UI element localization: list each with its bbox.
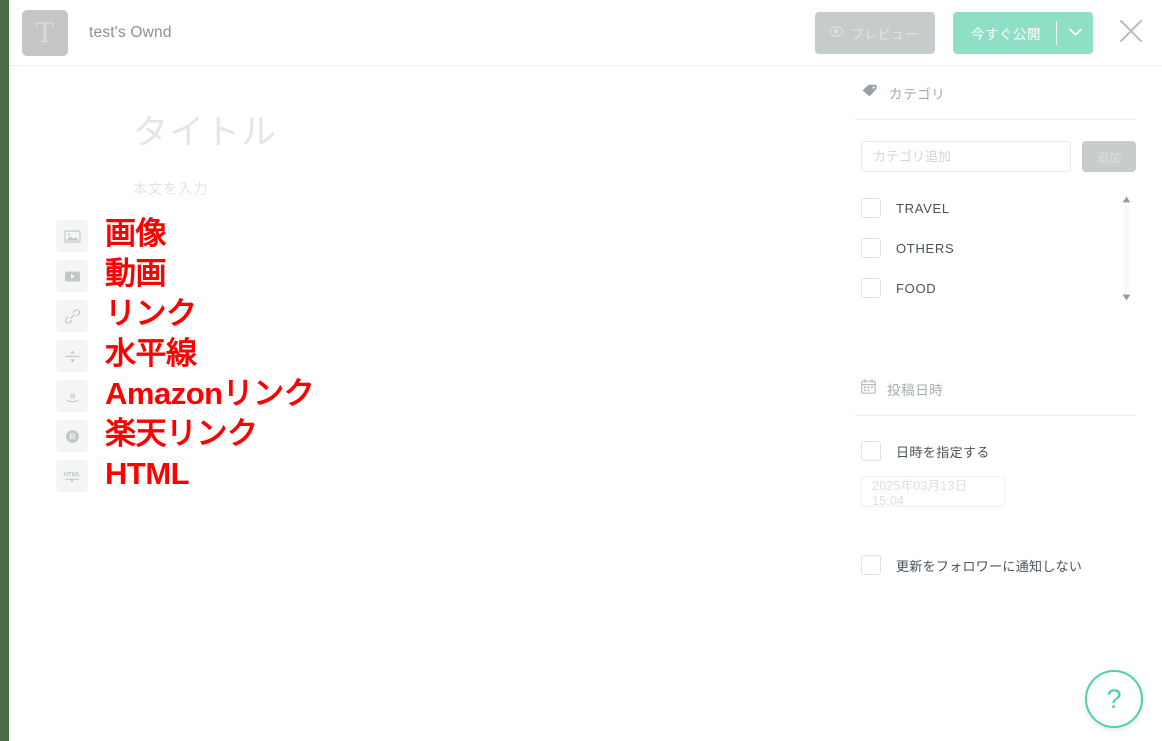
annotation-label: 画像 <box>105 216 167 251</box>
image-icon <box>63 229 81 244</box>
category-label: FOOD <box>896 280 937 296</box>
html-icon: HTML <box>62 469 82 483</box>
datetime-value: 2025年03月13日 15:04 <box>872 479 968 508</box>
category-add-input[interactable] <box>861 141 1071 172</box>
block-tool-rail: a R HTML <box>56 220 88 492</box>
publish-button-label: 今すぐ公開 <box>971 26 1041 42</box>
post-body-input[interactable]: 本文を入力 <box>133 178 208 199</box>
category-panel-header: カテゴリ <box>855 67 1136 119</box>
link-icon <box>64 308 81 325</box>
publish-now-button[interactable]: 今すぐ公開 <box>953 12 1056 54</box>
left-accent-rail <box>0 0 9 741</box>
site-title: test's Ownd <box>89 23 172 41</box>
amazon-icon: a <box>64 389 81 404</box>
category-list-item[interactable]: FOOD <box>861 268 1136 308</box>
site-logo: T <box>22 9 68 56</box>
category-checkbox[interactable] <box>861 278 881 298</box>
question-mark-icon: ? <box>1106 683 1122 714</box>
calendar-icon <box>861 379 876 399</box>
category-add-row: 追加 <box>855 141 1136 172</box>
schedule-panel-header: 投稿日時 <box>855 363 1136 415</box>
datetime-field[interactable]: 2025年03月13日 15:04 <box>861 476 1005 508</box>
schedule-panel-divider <box>855 415 1136 416</box>
svg-text:a: a <box>69 390 75 401</box>
close-icon <box>1118 18 1144 47</box>
category-checkbox[interactable] <box>861 198 881 218</box>
annotation-label: 水平線 <box>105 336 197 371</box>
insert-link-button[interactable] <box>56 300 88 332</box>
tag-icon <box>861 83 878 103</box>
rakuten-icon: R <box>64 428 81 445</box>
close-editor-button[interactable] <box>1113 15 1149 51</box>
horizontal-rule-icon <box>64 349 81 364</box>
editor-canvas: タイトル 本文を入力 a R HTML 画像 動画 リンク 水平線 Amazon… <box>9 67 829 741</box>
preview-button-label: プレビュー <box>850 26 919 42</box>
category-label: TRAVEL <box>896 200 950 216</box>
category-panel-title: カテゴリ <box>889 87 946 102</box>
annotation-label: リンク <box>105 296 197 331</box>
header-actions: プレビュー 今すぐ公開 <box>814 11 1162 54</box>
annotation-label: Amazonリンク <box>105 376 315 411</box>
insert-horizontal-rule-button[interactable] <box>56 340 88 372</box>
category-add-button[interactable]: 追加 <box>1082 141 1136 172</box>
annotation-labels: 画像 動画 リンク 水平線 Amazonリンク 楽天リンク HTML <box>105 214 315 494</box>
no-notify-checkbox[interactable] <box>861 555 881 575</box>
category-label: OTHERS <box>896 240 955 256</box>
help-button[interactable]: ? <box>1085 670 1143 728</box>
svg-text:R: R <box>69 431 75 441</box>
category-list-item[interactable]: TRAVEL <box>861 188 1136 228</box>
eye-icon <box>828 25 844 40</box>
insert-video-button[interactable] <box>56 260 88 292</box>
triangle-up-icon[interactable] <box>1122 190 1131 208</box>
insert-amazon-link-button[interactable]: a <box>56 380 88 412</box>
no-notify-label: 更新をフォロワーに通知しない <box>896 558 1083 574</box>
insert-html-button[interactable]: HTML <box>56 460 88 492</box>
app-header: T test's Ownd プレビュー 今すぐ公開 <box>9 0 1162 66</box>
publish-options-button[interactable] <box>1057 12 1093 54</box>
annotation-label: 楽天リンク <box>105 416 258 451</box>
insert-image-button[interactable] <box>56 220 88 252</box>
no-notify-row[interactable]: 更新をフォロワーに通知しない <box>855 555 1136 575</box>
triangle-down-icon[interactable] <box>1122 288 1131 306</box>
schedule-panel-title: 投稿日時 <box>887 383 944 398</box>
site-logo-letter: T <box>35 15 55 49</box>
scrollbar-track <box>1124 200 1129 296</box>
publish-divider <box>1056 20 1057 45</box>
editor-app: T test's Ownd プレビュー 今すぐ公開 タイトル 本文を入力 a R… <box>0 0 1162 741</box>
publish-button-group[interactable]: 今すぐ公開 <box>953 11 1093 54</box>
preview-button[interactable]: プレビュー <box>814 11 935 54</box>
sidebar-section-gap <box>855 308 1136 363</box>
category-list-item[interactable]: OTHERS <box>861 228 1136 268</box>
chevron-down-icon <box>1068 25 1082 40</box>
video-icon <box>64 270 81 283</box>
annotation-label: HTML <box>105 456 190 491</box>
category-scrollbar[interactable] <box>1121 190 1132 306</box>
post-title-input[interactable]: タイトル <box>133 104 277 155</box>
specify-datetime-row[interactable]: 日時を指定する <box>855 441 1136 461</box>
settings-sidebar: カテゴリ 追加 TRAVEL OTHERS FOOD <box>829 67 1162 741</box>
specify-datetime-label: 日時を指定する <box>896 444 990 460</box>
category-panel-divider <box>855 119 1136 120</box>
category-checkbox[interactable] <box>861 238 881 258</box>
svg-text:HTML: HTML <box>64 472 81 479</box>
insert-rakuten-link-button[interactable]: R <box>56 420 88 452</box>
specify-datetime-checkbox[interactable] <box>861 441 881 461</box>
category-list: TRAVEL OTHERS FOOD <box>855 188 1136 308</box>
annotation-label: 動画 <box>105 256 167 291</box>
